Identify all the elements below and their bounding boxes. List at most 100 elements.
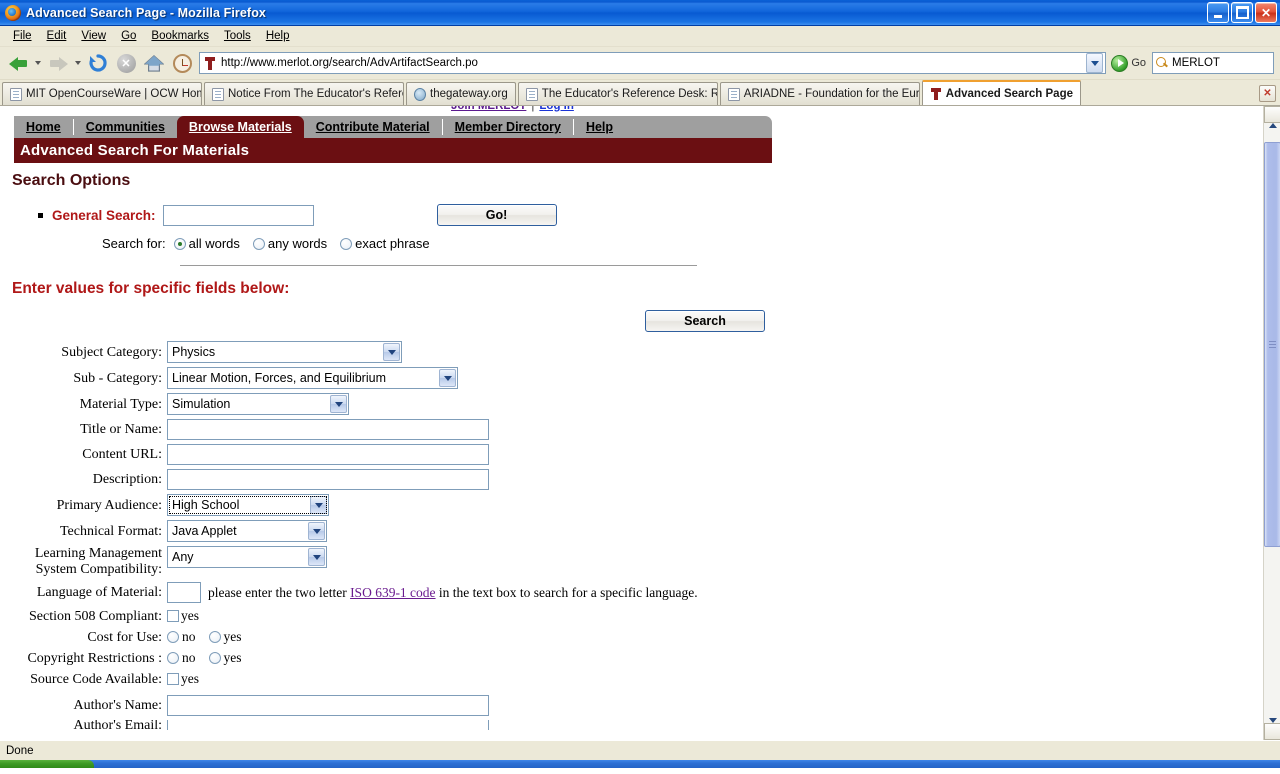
field-section-508-compliant: Section 508 Compliant: yes xyxy=(0,608,1263,624)
menu-edit[interactable]: Edit xyxy=(40,29,75,43)
menu-file[interactable]: File xyxy=(6,29,40,43)
maximize-restore-button[interactable] xyxy=(1231,2,1253,23)
advanced-search-button[interactable]: Search xyxy=(645,310,765,332)
copyright-restrictions-yes-option[interactable]: yes xyxy=(208,650,242,666)
search-for-exact-phrase-option[interactable]: exact phrase xyxy=(340,236,430,251)
subject-category-select[interactable]: Physics xyxy=(167,341,402,363)
sub-category-value: Linear Motion, Forces, and Equilibrium xyxy=(172,371,386,385)
cost-for-use-no-option[interactable]: no xyxy=(167,629,196,645)
copyright-restrictions-no-option[interactable]: no xyxy=(167,650,196,666)
field-primary-audience-label: Primary Audience: xyxy=(56,497,162,513)
site-nav-contribute-material[interactable]: Contribute Material xyxy=(304,116,442,138)
browser-tab-3[interactable]: The Educator's Reference Desk: R... xyxy=(517,82,718,105)
browser-tab-2[interactable]: thegateway.org xyxy=(406,82,516,105)
menu-view[interactable]: View xyxy=(74,29,114,43)
reload-icon xyxy=(89,54,107,72)
site-nav-contribute-material-label: Contribute Material xyxy=(315,120,430,134)
scrollbar-thumb[interactable] xyxy=(1264,142,1280,547)
menu-go[interactable]: Go xyxy=(114,29,144,43)
close-tab-button[interactable] xyxy=(1259,85,1276,102)
scrollbar-grip-icon xyxy=(1269,341,1276,348)
go-button[interactable]: Go xyxy=(1111,54,1150,72)
field-sub-category-label: Sub - Category: xyxy=(73,370,162,386)
site-nav-browse-materials-label: Browse Materials xyxy=(188,120,292,134)
technical-format-select[interactable]: Java Applet xyxy=(167,520,327,542)
description-input[interactable] xyxy=(167,469,489,490)
address-dropdown-icon[interactable] xyxy=(1086,53,1104,73)
history-button[interactable] xyxy=(168,49,196,77)
primary-audience-select[interactable]: High School xyxy=(167,494,329,516)
radio-copyright-no-icon[interactable] xyxy=(167,652,179,664)
globe-favicon-icon xyxy=(414,87,426,101)
search-for-all-words-option[interactable]: all words xyxy=(173,236,240,251)
field-copyright-restrictions-label: Copyright Restrictions : xyxy=(27,650,162,666)
content-url-input[interactable] xyxy=(167,444,489,465)
field-title-or-name: Title or Name: xyxy=(0,419,1263,440)
cost-for-use-yes-option[interactable]: yes xyxy=(208,629,242,645)
sub-category-select[interactable]: Linear Motion, Forces, and Equilibrium xyxy=(167,367,458,389)
section-508-compliant-checkbox[interactable] xyxy=(167,610,179,622)
general-search-input[interactable] xyxy=(162,204,314,226)
field-technical-format: Technical Format: Java Applet xyxy=(0,520,1263,542)
field-lms-compatibility: Learning Management System Compatibility… xyxy=(0,546,1263,578)
iso-639-1-code-link[interactable]: ISO 639-1 code xyxy=(350,585,435,600)
subject-category-value: Physics xyxy=(172,345,216,359)
site-nav-browse-materials[interactable]: Browse Materials xyxy=(176,116,304,138)
menu-tools[interactable]: Tools xyxy=(217,29,259,43)
radio-copyright-yes-icon[interactable] xyxy=(208,652,221,664)
search-bar[interactable]: MERLOT xyxy=(1152,52,1274,74)
search-for-any-words-option[interactable]: any words xyxy=(252,236,327,251)
browser-tab-4[interactable]: ARIADNE - Foundation for the Eur... xyxy=(719,82,920,105)
forward-button[interactable] xyxy=(44,49,72,77)
home-button[interactable] xyxy=(140,49,168,77)
field-authors-email: Author's Email: xyxy=(0,720,1263,730)
site-nav-communities[interactable]: Communities xyxy=(74,116,177,138)
address-bar[interactable]: http://www.merlot.org/search/AdvArtifact… xyxy=(199,52,1107,74)
title-or-name-input[interactable] xyxy=(167,419,489,440)
top-links-separator: | xyxy=(531,106,535,112)
site-nav-help[interactable]: Help xyxy=(574,116,625,138)
general-search-go-button[interactable]: Go! xyxy=(436,204,557,226)
lms-compatibility-select[interactable]: Any xyxy=(167,546,327,568)
close-window-button[interactable] xyxy=(1255,2,1277,23)
menu-help[interactable]: Help xyxy=(259,29,298,43)
radio-cost-no-icon[interactable] xyxy=(167,631,179,643)
log-in-link[interactable]: Log in xyxy=(539,106,574,112)
scroll-up-button[interactable] xyxy=(1264,106,1280,123)
radio-exact-phrase-icon[interactable] xyxy=(340,237,353,250)
browser-tab-1[interactable]: Notice From The Educator's Refere... xyxy=(204,82,404,105)
site-nav-home[interactable]: Home xyxy=(14,116,73,138)
source-code-available-checkbox[interactable] xyxy=(167,673,179,685)
scroll-down-button[interactable] xyxy=(1264,723,1280,740)
menu-bookmarks[interactable]: Bookmarks xyxy=(144,29,217,43)
authors-name-input[interactable] xyxy=(167,695,489,716)
browser-tab-5[interactable]: Advanced Search Page xyxy=(921,80,1081,105)
reload-button[interactable] xyxy=(84,49,112,77)
chevron-down-icon xyxy=(1269,723,1277,741)
site-nav-member-directory-label: Member Directory xyxy=(454,120,561,134)
radio-cost-yes-icon[interactable] xyxy=(208,631,221,643)
primary-audience-value: High School xyxy=(172,498,240,512)
stop-button[interactable] xyxy=(112,49,140,77)
field-language-of-material: Language of Material: please enter the t… xyxy=(0,582,1263,603)
radio-all-words-icon[interactable] xyxy=(173,237,186,250)
browser-tab-5-label: Advanced Search Page xyxy=(945,87,1073,100)
minimize-button[interactable] xyxy=(1207,2,1229,23)
back-history-caret-icon[interactable] xyxy=(35,61,41,65)
field-authors-name-label: Author's Name: xyxy=(73,698,162,713)
field-language-of-material-label: Language of Material: xyxy=(36,585,162,600)
language-of-material-input[interactable] xyxy=(167,582,201,603)
radio-any-words-icon[interactable] xyxy=(252,237,265,250)
back-button[interactable] xyxy=(4,49,32,77)
browser-tab-0[interactable]: MIT OpenCourseWare | OCW Home xyxy=(2,82,202,105)
join-merlot-link[interactable]: Join MERLOT xyxy=(451,106,526,112)
field-material-type-label: Material Type: xyxy=(79,396,162,412)
authors-email-input[interactable] xyxy=(167,720,489,730)
back-arrow-icon xyxy=(8,56,28,71)
source-code-available-option-label: yes xyxy=(181,671,199,686)
material-type-select[interactable]: Simulation xyxy=(167,393,349,415)
vertical-scrollbar[interactable] xyxy=(1263,106,1280,740)
site-nav-member-directory[interactable]: Member Directory xyxy=(443,116,573,138)
forward-history-caret-icon[interactable] xyxy=(75,61,81,65)
start-button[interactable] xyxy=(0,760,94,768)
